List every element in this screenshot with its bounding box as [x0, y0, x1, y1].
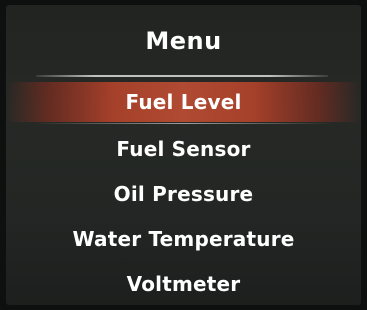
menu-title: Menu: [145, 27, 222, 55]
device-bezel: Menu Fuel Level Fuel Sensor Oil Pressure…: [0, 0, 367, 310]
menu-item-oil-pressure[interactable]: Oil Pressure: [6, 172, 361, 217]
title-divider: [36, 75, 328, 77]
menu-item-water-temperature[interactable]: Water Temperature: [6, 217, 361, 262]
menu-item-voltmeter[interactable]: Voltmeter: [6, 262, 361, 305]
menu-list: Fuel Level Fuel Sensor Oil Pressure Wate…: [6, 82, 361, 305]
display-screen: Menu Fuel Level Fuel Sensor Oil Pressure…: [6, 5, 361, 305]
menu-item-fuel-level[interactable]: Fuel Level: [6, 82, 361, 124]
menu-item-fuel-sensor[interactable]: Fuel Sensor: [6, 127, 361, 172]
